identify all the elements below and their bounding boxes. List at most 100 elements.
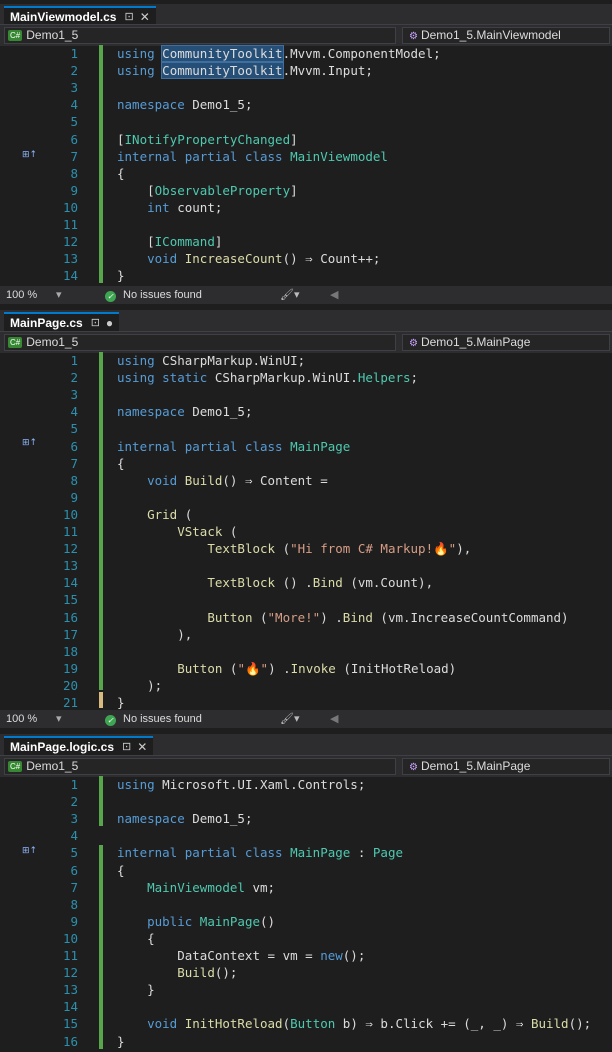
code-text[interactable]: using CommunityToolkit.Mvvm.Input; bbox=[117, 62, 373, 80]
code-line[interactable]: 1 using Microsoft.UI.Xaml.Controls; bbox=[0, 776, 612, 793]
zoom-level[interactable]: 100 % bbox=[6, 286, 37, 304]
code-line[interactable]: 6 [INotifyPropertyChanged] bbox=[0, 131, 612, 148]
code-line[interactable]: 16 Button ("More!") .Bind (vm.IncreaseCo… bbox=[0, 609, 612, 626]
type-dropdown[interactable]: ⚙ Demo1_5.MainPage bbox=[402, 334, 610, 351]
close-icon[interactable]: ✕ bbox=[137, 737, 147, 757]
code-line[interactable]: 16} bbox=[0, 1033, 612, 1050]
code-text[interactable]: Button ("🔥") .Invoke (InitHotReload) bbox=[117, 660, 456, 677]
type-dropdown[interactable]: ⚙ Demo1_5.MainViewmodel bbox=[402, 27, 610, 44]
code-line[interactable]: 3 bbox=[0, 79, 612, 96]
code-text[interactable]: int count; bbox=[117, 199, 222, 216]
code-line[interactable]: 8 void Build() ⇒ Content = bbox=[0, 472, 612, 489]
chevron-down-icon[interactable]: ▾ bbox=[56, 286, 62, 304]
brush-icon[interactable]: 🖌▾ bbox=[280, 286, 300, 304]
code-line[interactable]: 6 internal partial class MainPage bbox=[0, 438, 612, 455]
code-line[interactable]: 5 internal partial class MainPage : Page bbox=[0, 844, 612, 861]
code-text[interactable]: void IncreaseCount() ⇒ Count++; bbox=[117, 250, 380, 267]
code-line[interactable]: 5 bbox=[0, 420, 612, 437]
code-line[interactable]: 11 DataContext = vm = new(); bbox=[0, 947, 612, 964]
code-text[interactable]: ), bbox=[117, 626, 192, 643]
code-text[interactable]: } bbox=[117, 981, 155, 998]
code-text[interactable]: using Microsoft.UI.Xaml.Controls; bbox=[117, 776, 365, 793]
code-line[interactable]: 17 ), bbox=[0, 626, 612, 643]
code-text[interactable]: using static CSharpMarkup.WinUI.Helpers; bbox=[117, 369, 418, 386]
code-line[interactable]: 10 { bbox=[0, 930, 612, 947]
code-text[interactable]: [ObservableProperty] bbox=[117, 182, 298, 199]
chevron-down-icon[interactable]: ▾ bbox=[56, 710, 62, 728]
code-line[interactable]: 19 Button ("🔥") .Invoke (InitHotReload) bbox=[0, 660, 612, 677]
code-text[interactable]: TextBlock () .Bind (vm.Count), bbox=[117, 574, 433, 591]
code-text[interactable]: void InitHotReload(Button b) ⇒ b.Click +… bbox=[117, 1015, 591, 1032]
code-line[interactable]: 14 TextBlock () .Bind (vm.Count), bbox=[0, 574, 612, 591]
code-line[interactable]: 4 bbox=[0, 827, 612, 844]
code-line[interactable]: 7{ bbox=[0, 455, 612, 472]
code-line[interactable]: 8 bbox=[0, 896, 612, 913]
code-text[interactable]: MainViewmodel vm; bbox=[117, 879, 275, 896]
scroll-left-icon[interactable]: ◀ bbox=[330, 710, 338, 728]
code-line[interactable]: 12 TextBlock ("Hi from C# Markup!🔥"), bbox=[0, 540, 612, 557]
brush-icon[interactable]: 🖌▾ bbox=[280, 710, 300, 728]
project-dropdown[interactable]: C# Demo1_5 bbox=[4, 27, 396, 44]
tab-mainviewmodel[interactable]: MainViewmodel.cs ⊡ ✕ bbox=[4, 6, 156, 26]
code-text[interactable]: internal partial class MainPage : Page bbox=[117, 844, 403, 861]
code-line[interactable]: 9 public MainPage() bbox=[0, 913, 612, 930]
type-dropdown[interactable]: ⚙ Demo1_5.MainPage bbox=[402, 758, 610, 775]
code-text[interactable]: { bbox=[117, 455, 125, 472]
issues-status[interactable]: No issues found bbox=[123, 286, 202, 304]
code-line[interactable]: 14 bbox=[0, 998, 612, 1015]
code-line[interactable]: 11 bbox=[0, 216, 612, 233]
code-line[interactable]: 12 [ICommand] bbox=[0, 233, 612, 250]
scroll-left-icon[interactable]: ◀ bbox=[330, 286, 338, 304]
code-text[interactable]: [ICommand] bbox=[117, 233, 222, 250]
code-line[interactable]: 7 MainViewmodel vm; bbox=[0, 879, 612, 896]
code-text[interactable]: Build(); bbox=[117, 964, 237, 981]
code-line[interactable]: 2 using static CSharpMarkup.WinUI.Helpers… bbox=[0, 369, 612, 386]
code-line[interactable]: 4 namespace Demo1_5; bbox=[0, 403, 612, 420]
code-text[interactable]: Grid ( bbox=[117, 506, 192, 523]
issues-status[interactable]: No issues found bbox=[123, 710, 202, 728]
code-line[interactable]: 15 void InitHotReload(Button b) ⇒ b.Clic… bbox=[0, 1015, 612, 1032]
code-line[interactable]: 9 [ObservableProperty] bbox=[0, 182, 612, 199]
code-line[interactable]: 1 using CSharpMarkup.WinUI; bbox=[0, 352, 612, 369]
code-line[interactable]: 20 ); bbox=[0, 677, 612, 694]
tab-mainpage-logic[interactable]: MainPage.logic.cs ⊡ ✕ bbox=[4, 736, 154, 757]
code-line[interactable]: 5 bbox=[0, 113, 612, 130]
code-text[interactable]: { bbox=[117, 165, 125, 182]
code-line[interactable]: 2 bbox=[0, 793, 612, 810]
code-line[interactable]: 2 using CommunityToolkit.Mvvm.Input; bbox=[0, 62, 612, 80]
code-text[interactable]: { bbox=[117, 930, 155, 947]
code-line[interactable]: 1 using CommunityToolkit.Mvvm.ComponentMo… bbox=[0, 45, 612, 62]
code-line[interactable]: 14} bbox=[0, 267, 612, 284]
project-dropdown[interactable]: C# Demo1_5 bbox=[4, 334, 396, 351]
code-line[interactable]: 3 namespace Demo1_5; bbox=[0, 810, 612, 827]
code-text[interactable]: ); bbox=[117, 677, 162, 694]
code-line[interactable]: 4 namespace Demo1_5; bbox=[0, 96, 612, 113]
code-text[interactable]: } bbox=[117, 267, 125, 284]
code-text[interactable]: using CSharpMarkup.WinUI; bbox=[117, 352, 305, 369]
zoom-level[interactable]: 100 % bbox=[6, 710, 37, 728]
code-line[interactable]: 10 Grid ( bbox=[0, 506, 612, 523]
code-text[interactable]: namespace Demo1_5; bbox=[117, 403, 252, 420]
code-line[interactable]: 18 bbox=[0, 643, 612, 660]
code-line[interactable]: 10 int count; bbox=[0, 199, 612, 216]
code-line[interactable]: 13 bbox=[0, 557, 612, 574]
code-text[interactable]: Button ("More!") .Bind (vm.IncreaseCount… bbox=[117, 609, 568, 626]
code-text[interactable]: } bbox=[117, 694, 125, 711]
code-text[interactable]: namespace Demo1_5; bbox=[117, 810, 252, 827]
pin-icon[interactable]: ⊡ bbox=[91, 313, 100, 333]
code-line[interactable]: 9 bbox=[0, 489, 612, 506]
code-text[interactable]: { bbox=[117, 862, 125, 879]
code-text[interactable]: VStack ( bbox=[117, 523, 237, 540]
code-line[interactable]: 6{ bbox=[0, 862, 612, 879]
code-line[interactable]: 3 bbox=[0, 386, 612, 403]
code-line[interactable]: 11 VStack ( bbox=[0, 523, 612, 540]
code-line[interactable]: 15 bbox=[0, 591, 612, 608]
code-text[interactable]: DataContext = vm = new(); bbox=[117, 947, 365, 964]
code-text[interactable]: internal partial class MainViewmodel bbox=[117, 148, 388, 165]
code-text[interactable]: void Build() ⇒ Content = bbox=[117, 472, 328, 489]
code-text[interactable]: namespace Demo1_5; bbox=[117, 96, 252, 113]
code-text[interactable]: } bbox=[117, 1033, 125, 1050]
project-dropdown[interactable]: C# Demo1_5 bbox=[4, 758, 396, 775]
code-line[interactable]: 7 internal partial class MainViewmodel bbox=[0, 148, 612, 165]
pin-icon[interactable]: ⊡ bbox=[122, 737, 131, 757]
